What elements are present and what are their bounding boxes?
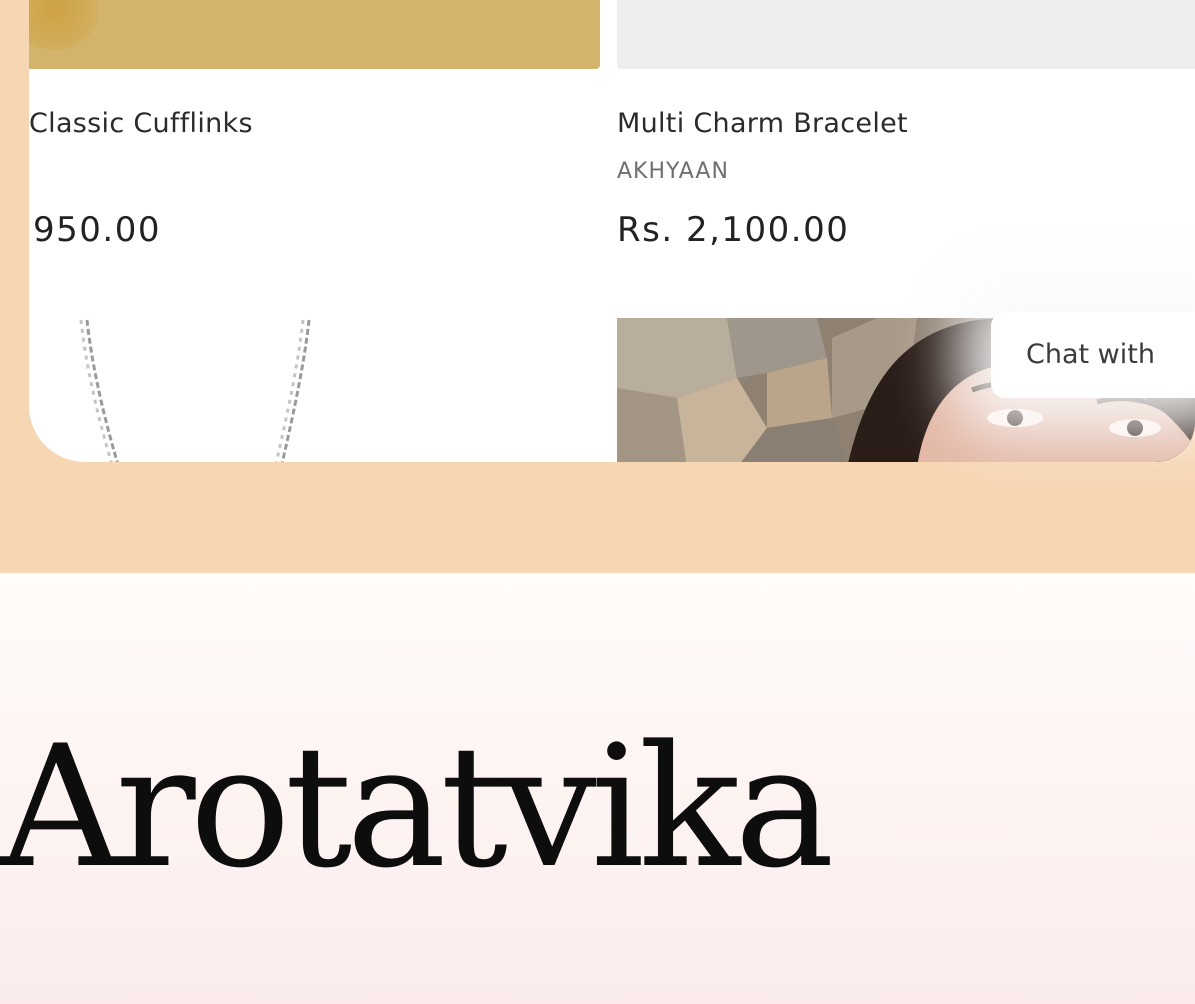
chat-button[interactable]: Chat with bbox=[991, 312, 1195, 398]
product-image-bracelet[interactable] bbox=[617, 0, 1195, 69]
product-vendor-bracelet: AKHYAAN bbox=[617, 159, 729, 184]
product-title-bracelet[interactable]: Multi Charm Bracelet bbox=[617, 108, 908, 139]
brand-name: Arotatvika bbox=[0, 709, 835, 905]
product-price-bracelet: Rs. 2,100.00 bbox=[617, 210, 850, 250]
product-title-cufflinks[interactable]: Classic Cufflinks bbox=[29, 108, 253, 139]
product-price-cufflinks: 950.00 bbox=[33, 210, 161, 250]
product-image-cufflinks[interactable] bbox=[29, 0, 600, 69]
brand-hero: Arotatvika bbox=[0, 573, 1195, 1004]
product-image-necklace[interactable] bbox=[29, 318, 600, 462]
image-highlight bbox=[29, 0, 99, 50]
